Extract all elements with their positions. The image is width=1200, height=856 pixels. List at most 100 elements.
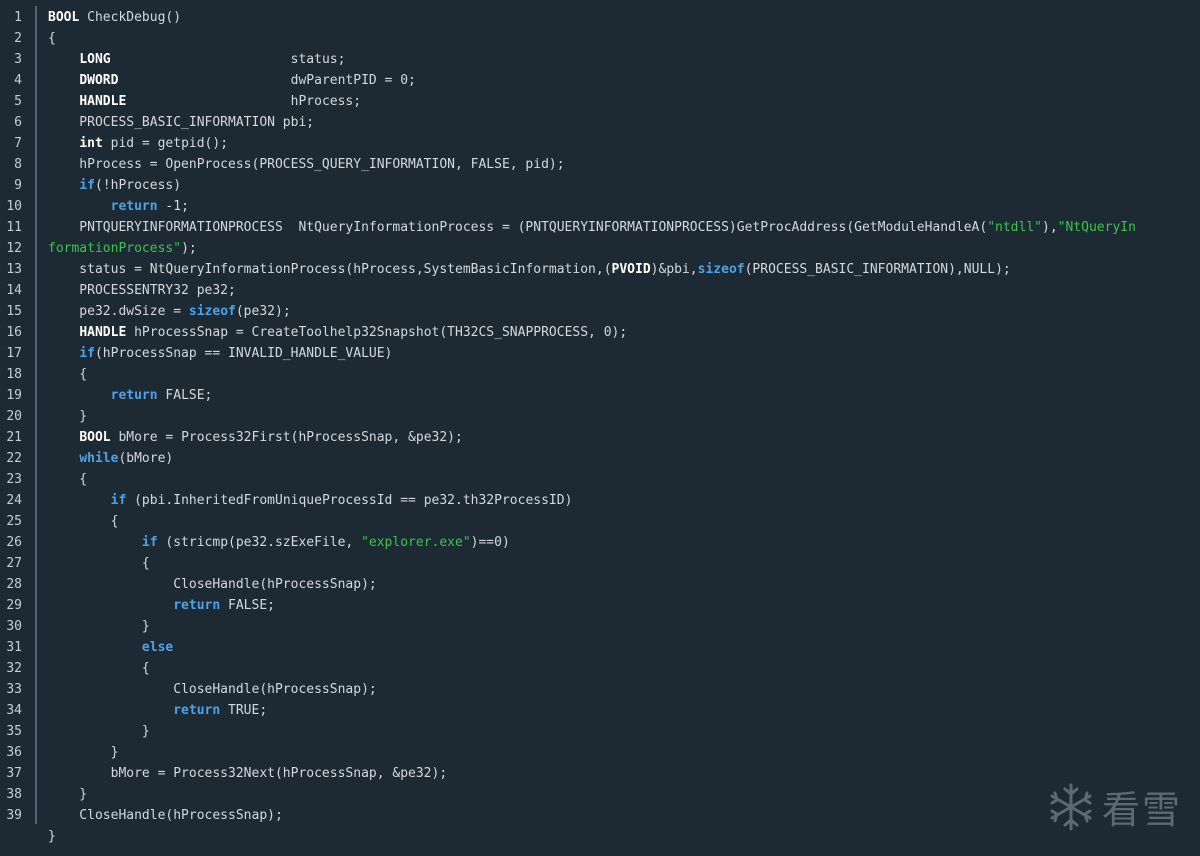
code-token: hProcess = OpenProcess(PROCESS_QUERY_INF… — [48, 157, 565, 172]
line-number: 5 — [14, 94, 22, 109]
code-line[interactable]: 38 } — [0, 784, 1200, 805]
code-line[interactable]: 9 if(!hProcess) — [0, 175, 1200, 196]
code-token: PVOID — [611, 262, 651, 277]
code-line[interactable]: 18 { — [0, 364, 1200, 385]
code-text: { — [48, 511, 1200, 532]
code-line[interactable]: 35 } — [0, 721, 1200, 742]
code-token: bMore = Process32First(hProcessSnap, &pe… — [110, 430, 463, 445]
code-line[interactable]: 2{ — [0, 28, 1200, 49]
code-editor[interactable]: 1 BOOL CheckDebug() 2{3 LONG status; 4 DWOR… — [0, 0, 1200, 856]
code-text: while(bMore) — [48, 448, 1200, 469]
code-line[interactable]: 22 while(bMore) — [0, 448, 1200, 469]
line-number: 3 — [14, 52, 22, 67]
code-line[interactable]: 16 HANDLE hProcessSnap = CreateToolhelp3… — [0, 322, 1200, 343]
code-line[interactable]: 21 BOOL bMore = Process32First(hProcessS… — [0, 427, 1200, 448]
code-line[interactable]: 8 hProcess = OpenProcess(PROCESS_QUERY_I… — [0, 154, 1200, 175]
code-token: } — [48, 787, 88, 802]
code-text: PROCESSENTRY32 pe32; — [48, 280, 1200, 301]
code-token: -1; — [157, 199, 189, 214]
code-token: hProcess; — [126, 94, 362, 109]
code-line[interactable]: 12 formationProcess"); — [0, 238, 1200, 259]
code-text: CloseHandle(hProcessSnap); — [48, 679, 1200, 700]
code-token: pid = getpid(); — [102, 136, 229, 151]
code-text: { — [48, 469, 1200, 490]
code-line[interactable]: 13 status = NtQueryInformationProcess(hP… — [0, 259, 1200, 280]
code-token: "NtQueryIn — [1057, 220, 1136, 235]
code-token: DWORD — [79, 73, 119, 88]
code-line[interactable]: } — [0, 826, 1200, 847]
code-line[interactable]: 15 pe32.dwSize = sizeof(pe32); — [0, 301, 1200, 322]
code-token: return — [173, 598, 221, 613]
code-token: PNTQUERYINFORMATIONPROCESS NtQueryInform… — [48, 220, 988, 235]
line-number: 32 — [6, 661, 22, 676]
code-line[interactable]: 7 int pid = getpid(); — [0, 133, 1200, 154]
code-line[interactable]: 31 else — [0, 637, 1200, 658]
snowflake-icon — [1050, 783, 1092, 830]
code-line[interactable]: 23 { — [0, 469, 1200, 490]
code-line[interactable]: 36 } — [0, 742, 1200, 763]
code-line[interactable]: 19 return FALSE; — [0, 385, 1200, 406]
code-line[interactable]: 5 HANDLE hProcess; — [0, 91, 1200, 112]
code-token: if — [110, 493, 127, 508]
code-line[interactable]: 33 CloseHandle(hProcessSnap); — [0, 679, 1200, 700]
code-lines[interactable]: 1 BOOL CheckDebug() 2{3 LONG status; 4 DWOR… — [0, 7, 1200, 847]
code-text: { — [48, 364, 1200, 385]
code-line[interactable]: 25 { — [0, 511, 1200, 532]
code-line[interactable]: 3 LONG status; — [0, 49, 1200, 70]
line-number: 22 — [6, 451, 22, 466]
code-line[interactable]: 1 BOOL CheckDebug() — [0, 7, 1200, 28]
code-line[interactable]: 4 DWORD dwParentPID = 0; — [0, 70, 1200, 91]
code-line[interactable]: 14 PROCESSENTRY32 pe32; — [0, 280, 1200, 301]
code-text: PNTQUERYINFORMATIONPROCESS NtQueryInform… — [48, 217, 1200, 238]
code-token: { — [48, 556, 150, 571]
code-line[interactable]: 20 } — [0, 406, 1200, 427]
line-number: 25 — [6, 514, 22, 529]
code-line[interactable]: 6 PROCESS_BASIC_INFORMATION pbi; — [0, 112, 1200, 133]
code-line[interactable]: 17 if(hProcessSnap == INVALID_HANDLE_VAL… — [0, 343, 1200, 364]
code-token: { — [48, 514, 119, 529]
code-line[interactable]: 10 return -1; — [0, 196, 1200, 217]
code-line[interactable]: 37 bMore = Process32Next(hProcessSnap, &… — [0, 763, 1200, 784]
code-token: CloseHandle(hProcessSnap); — [48, 682, 377, 697]
code-text: { — [48, 658, 1200, 679]
code-token: CloseHandle(hProcessSnap); — [48, 808, 283, 823]
watermark: 看雪 — [1046, 779, 1182, 834]
code-token: FALSE; — [157, 388, 213, 403]
code-line[interactable]: 34 return TRUE; — [0, 700, 1200, 721]
line-number: 19 — [6, 388, 22, 403]
code-line[interactable]: 29 return FALSE; — [0, 595, 1200, 616]
code-token: (bMore) — [118, 451, 174, 466]
code-line[interactable]: 26 if (stricmp(pe32.szExeFile, "explorer… — [0, 532, 1200, 553]
code-token: status; — [110, 52, 346, 67]
code-text: } — [48, 721, 1200, 742]
line-number: 23 — [6, 472, 22, 487]
code-text: } — [48, 742, 1200, 763]
code-token: } — [48, 619, 150, 634]
code-line[interactable]: 32 { — [0, 658, 1200, 679]
code-line[interactable]: 39 CloseHandle(hProcessSnap); — [0, 805, 1200, 826]
code-text: BOOL bMore = Process32First(hProcessSnap… — [48, 427, 1200, 448]
code-token: )==0) — [470, 535, 510, 550]
code-text: PROCESS_BASIC_INFORMATION pbi; — [48, 112, 1200, 133]
code-text: } — [48, 826, 1200, 847]
code-line[interactable]: 30 } — [0, 616, 1200, 637]
code-line[interactable]: 27 { — [0, 553, 1200, 574]
code-token: bMore = Process32Next(hProcessSnap, &pe3… — [48, 766, 448, 781]
code-text: formationProcess"); — [48, 238, 1200, 259]
code-line[interactable]: 11 PNTQUERYINFORMATIONPROCESS NtQueryInf… — [0, 217, 1200, 238]
code-line[interactable]: 28 CloseHandle(hProcessSnap); — [0, 574, 1200, 595]
code-line[interactable]: 24 if (pbi.InheritedFromUniqueProcessId … — [0, 490, 1200, 511]
code-token: BOOL — [79, 430, 111, 445]
code-token: return — [110, 199, 158, 214]
code-token: , — [1049, 220, 1058, 235]
code-text: hProcess = OpenProcess(PROCESS_QUERY_INF… — [48, 154, 1200, 175]
